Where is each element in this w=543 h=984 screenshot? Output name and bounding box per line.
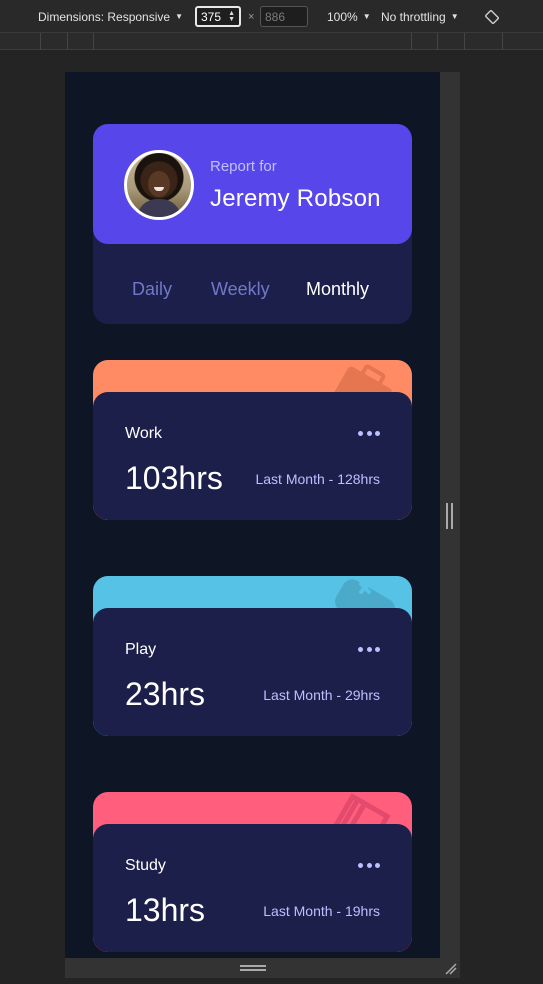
throttle-dropdown[interactable]: No throttling ▼ [381, 0, 459, 33]
devtools-toolbar: Dimensions: Responsive ▼ 375 ▲ ▼ × 886 10… [0, 0, 543, 33]
throttle-label: No throttling [381, 9, 446, 24]
zoom-label: 100% [327, 9, 358, 24]
rotate-button[interactable] [485, 0, 499, 33]
activity-title: Study [125, 857, 166, 874]
ruler-segment [67, 33, 68, 50]
times-separator: × [248, 10, 255, 23]
ruler-segment [93, 33, 94, 50]
ruler-segment [40, 33, 41, 50]
activity-card-body: Play 23hrs Last Month - 29hrs [93, 608, 412, 736]
rotate-icon [485, 9, 499, 24]
tab-weekly[interactable]: Weekly [211, 279, 270, 300]
activity-card-body: Work 103hrs Last Month - 128hrs [93, 392, 412, 520]
profile-card: Report for Jeremy Robson Daily Weekly Mo… [93, 124, 412, 324]
dimensions-label: Dimensions: Responsive [38, 9, 171, 24]
height-input[interactable]: 886 [260, 6, 308, 27]
zoom-dropdown[interactable]: 100% ▼ [327, 0, 371, 33]
activity-title: Play [125, 641, 157, 658]
ruler-segment [502, 33, 503, 50]
report-for-label: Report for [210, 158, 277, 175]
height-placeholder: 886 [265, 9, 286, 24]
tab-monthly[interactable]: Monthly [306, 279, 369, 300]
user-name: Jeremy Robson [210, 185, 381, 212]
activity-card-study: Study 13hrs Last Month - 19hrs [93, 792, 412, 952]
activity-hours: 23hrs [125, 676, 206, 712]
spinner-icon[interactable]: ▲ ▼ [228, 10, 235, 23]
activity-previous: Last Month - 128hrs [255, 471, 380, 487]
resize-corner-icon[interactable] [444, 962, 458, 976]
ruler-segment [411, 33, 412, 50]
ruler-segment [437, 33, 438, 50]
ellipsis-icon[interactable] [358, 858, 380, 872]
activity-hours: 13hrs [125, 892, 206, 928]
device-viewport: Report for Jeremy Robson Daily Weekly Mo… [65, 72, 440, 958]
activity-hours: 103hrs [125, 460, 223, 496]
activity-card-work: Work 103hrs Last Month - 128hrs [93, 360, 412, 520]
width-value: 375 [201, 9, 222, 24]
resize-handle-right[interactable] [446, 503, 453, 529]
chevron-down-icon: ▼ [175, 12, 183, 21]
width-input-wrap: 375 ▲ ▼ [195, 0, 241, 33]
activity-previous: Last Month - 29hrs [263, 687, 380, 703]
activity-previous: Last Month - 19hrs [263, 903, 380, 919]
ellipsis-icon[interactable] [358, 642, 380, 656]
ruler-segment [464, 33, 465, 50]
media-query-ruler [0, 33, 543, 50]
avatar [124, 150, 194, 220]
dimensions-dropdown[interactable]: Dimensions: Responsive ▼ [38, 0, 183, 33]
chevron-down-icon: ▼ [450, 12, 459, 21]
tab-daily[interactable]: Daily [132, 279, 172, 300]
avatar-face [148, 171, 170, 197]
chevron-down-icon: ▼ [362, 12, 371, 21]
activity-card-body: Study 13hrs Last Month - 19hrs [93, 824, 412, 952]
width-input[interactable]: 375 ▲ ▼ [195, 6, 241, 27]
avatar-shirt [137, 199, 181, 217]
resize-handle-bottom[interactable] [240, 965, 266, 971]
activity-card-play: Play 23hrs Last Month - 29hrs [93, 576, 412, 736]
activity-title: Work [125, 425, 163, 442]
ellipsis-icon[interactable] [358, 426, 380, 440]
profile-header: Report for Jeremy Robson [93, 124, 412, 244]
